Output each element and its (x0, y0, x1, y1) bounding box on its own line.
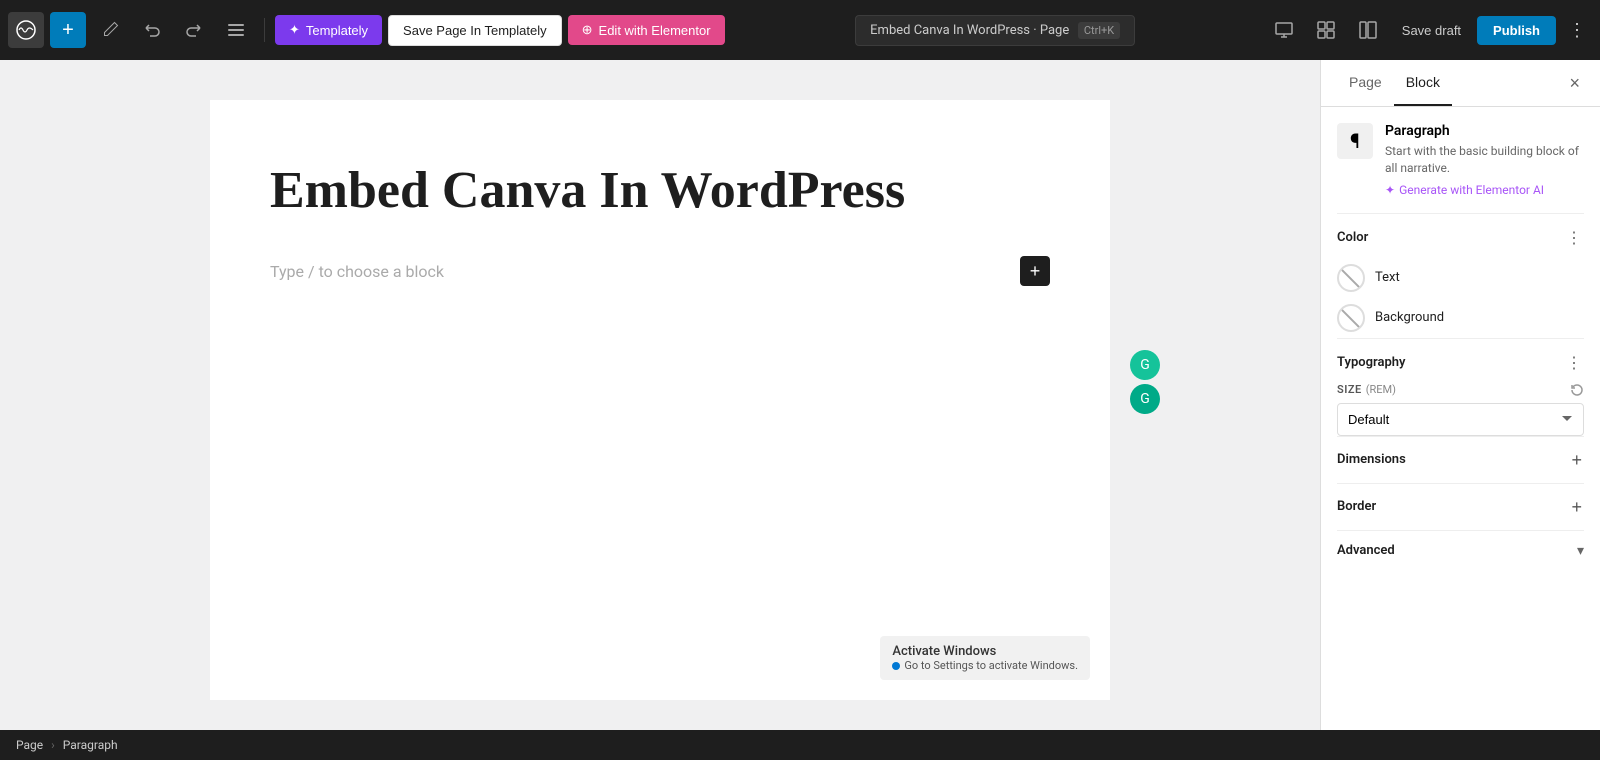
activate-windows-title: Activate Windows (892, 644, 1078, 659)
background-color-strikethrough (1340, 308, 1361, 329)
page-heading[interactable]: Embed Canva In WordPress (270, 160, 1050, 222)
templately-icon: ✦ (289, 22, 300, 38)
page-title-area[interactable]: Embed Canva In WordPress · Page Ctrl+K (855, 15, 1135, 46)
page-content: Embed Canva In WordPress Type / to choos… (210, 100, 1110, 700)
color-section-menu-button[interactable]: ⋮ (1564, 226, 1584, 250)
block-info: ¶ Paragraph Start with the basic buildin… (1337, 123, 1584, 197)
placeholder-text[interactable]: Type / to choose a block (270, 262, 444, 281)
templately-button[interactable]: ✦ Templately (275, 15, 382, 45)
breadcrumb-separator: › (51, 738, 55, 752)
preview-desktop-button[interactable] (1266, 12, 1302, 48)
advanced-section[interactable]: Advanced ▾ (1337, 530, 1584, 571)
tab-block[interactable]: Block (1394, 60, 1452, 106)
block-icon: ¶ (1337, 123, 1373, 159)
color-section: Color ⋮ Text Background (1337, 213, 1584, 338)
size-unit-label: (REM) (1366, 383, 1396, 396)
text-color-item[interactable]: Text (1337, 258, 1584, 298)
block-patterns-button[interactable] (1308, 12, 1344, 48)
inline-add-block-button[interactable]: + (1020, 256, 1050, 286)
top-toolbar: + ✦ Templately Save Page In Templately ⊕… (0, 0, 1600, 60)
grammarly-icons-container: G G (1130, 350, 1160, 414)
size-label-row: SIZE (REM) (1337, 383, 1584, 397)
wordpress-logo (8, 12, 44, 48)
toolbar-center: Embed Canva In WordPress · Page Ctrl+K (731, 15, 1260, 46)
right-sidebar: Page Block × ¶ Paragraph Start with the … (1320, 60, 1600, 730)
page-title-text: Embed Canva In WordPress · Page (870, 23, 1069, 38)
close-sidebar-button[interactable]: × (1565, 69, 1584, 98)
breadcrumb-page[interactable]: Page (16, 738, 43, 752)
block-description: Start with the basic building block of a… (1385, 143, 1584, 177)
grammarly-icon-1[interactable]: G (1130, 350, 1160, 380)
advanced-title: Advanced (1337, 543, 1395, 558)
reset-size-button[interactable] (1570, 383, 1584, 397)
redo-button[interactable] (176, 12, 212, 48)
generate-ai-text: Generate with Elementor AI (1399, 183, 1544, 197)
size-select[interactable]: Default (1337, 403, 1584, 436)
sidebar-tabs: Page Block × (1321, 60, 1600, 107)
dimensions-section[interactable]: Dimensions + (1337, 436, 1584, 483)
sidebar-tab-group: Page Block (1337, 60, 1452, 106)
border-title: Border (1337, 499, 1376, 514)
more-options-button[interactable]: ⋮ (1562, 16, 1592, 45)
edit-mode-button[interactable] (92, 12, 128, 48)
chevron-down-icon: ▾ (1577, 543, 1584, 559)
border-add-button[interactable]: + (1569, 496, 1584, 518)
typography-section-title: Typography (1337, 355, 1406, 370)
toolbar-separator-1 (264, 18, 265, 42)
color-section-header: Color ⋮ (1337, 213, 1584, 258)
activate-windows-text: Go to Settings to activate Windows. (892, 659, 1078, 672)
tab-page[interactable]: Page (1337, 60, 1394, 106)
editor-canvas[interactable]: Embed Canva In WordPress Type / to choos… (0, 60, 1320, 730)
block-name: Paragraph (1385, 123, 1584, 139)
background-color-label: Background (1375, 310, 1444, 325)
activate-windows-overlay: Activate Windows Go to Settings to activ… (880, 636, 1090, 680)
background-color-item[interactable]: Background (1337, 298, 1584, 338)
text-color-swatch (1337, 264, 1365, 292)
grammarly-icon-2[interactable]: G (1130, 384, 1160, 414)
publish-button[interactable]: Publish (1477, 16, 1556, 45)
dimensions-add-button[interactable]: + (1569, 449, 1584, 471)
typography-section: Typography ⋮ SIZE (REM) Default (1337, 338, 1584, 436)
sidebar-content: ¶ Paragraph Start with the basic buildin… (1321, 107, 1600, 587)
color-swatch-strikethrough (1340, 268, 1361, 289)
shortcut-badge: Ctrl+K (1078, 22, 1120, 39)
ai-sparkle-icon: ✦ (1385, 183, 1395, 197)
main-area: Embed Canva In WordPress Type / to choos… (0, 60, 1600, 730)
block-info-text: Paragraph Start with the basic building … (1385, 123, 1584, 197)
breadcrumb-bar: Page › Paragraph (0, 730, 1600, 760)
save-draft-button[interactable]: Save draft (1392, 16, 1471, 45)
edit-elementor-button[interactable]: ⊕ Edit with Elementor (568, 15, 725, 45)
typography-section-header: Typography ⋮ (1337, 338, 1584, 383)
typography-section-menu-button[interactable]: ⋮ (1564, 351, 1584, 375)
color-section-title: Color (1337, 230, 1368, 245)
save-page-templately-button[interactable]: Save Page In Templately (388, 15, 562, 46)
settings-panel-button[interactable] (1350, 12, 1386, 48)
undo-button[interactable] (134, 12, 170, 48)
breadcrumb-paragraph[interactable]: Paragraph (63, 738, 118, 752)
background-color-swatch (1337, 304, 1365, 332)
text-color-label: Text (1375, 270, 1400, 285)
border-section[interactable]: Border + (1337, 483, 1584, 530)
add-block-toolbar-button[interactable]: + (50, 12, 86, 48)
generate-ai-link[interactable]: ✦ Generate with Elementor AI (1385, 183, 1584, 197)
toolbar-right: Save draft Publish ⋮ (1266, 12, 1592, 48)
menu-button[interactable] (218, 12, 254, 48)
activate-dot (892, 662, 900, 670)
dimensions-title: Dimensions (1337, 452, 1406, 467)
block-placeholder-area: Type / to choose a block + (270, 252, 1050, 290)
elementor-icon: ⊕ (582, 22, 593, 38)
size-label: SIZE (1337, 383, 1362, 396)
